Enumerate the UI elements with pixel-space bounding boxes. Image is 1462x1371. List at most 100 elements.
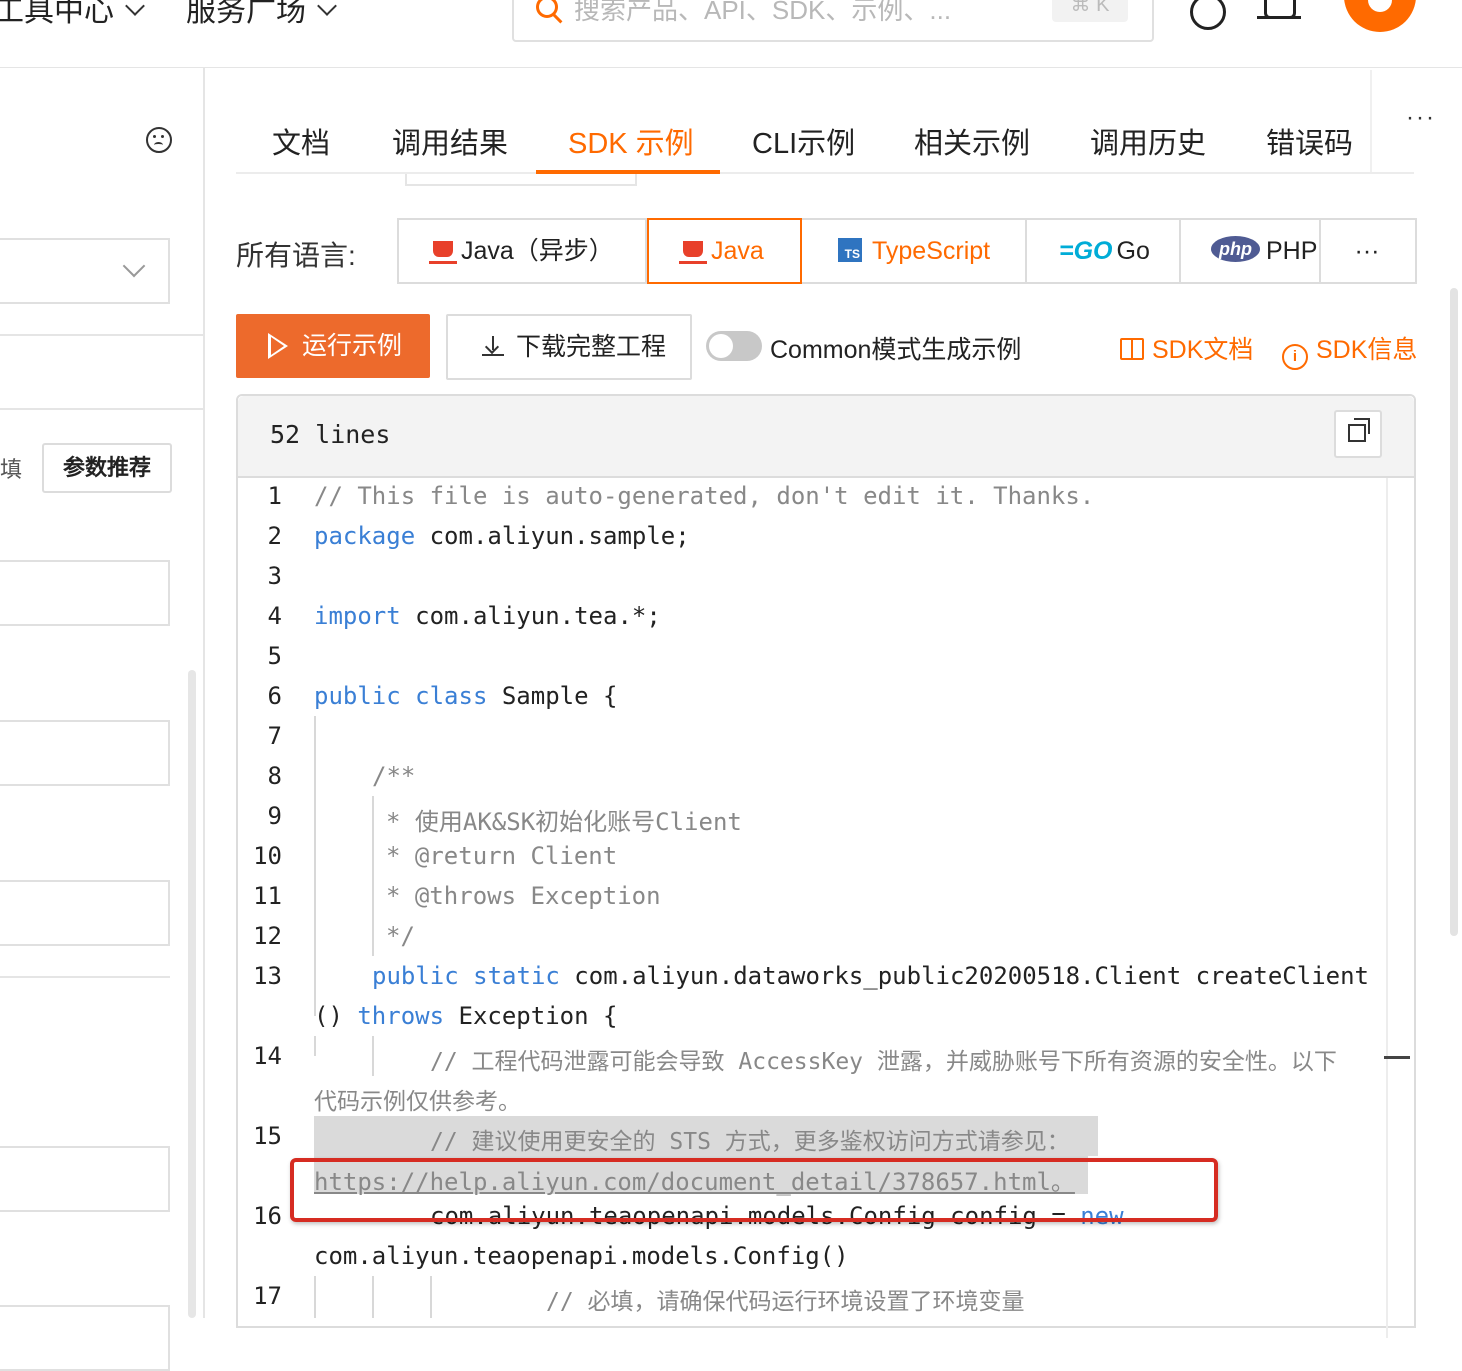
code-line: * @throws Exception [386, 882, 661, 910]
lang-go[interactable]: =GO Go [1027, 220, 1181, 282]
line-number: 2 [267, 522, 282, 550]
code-line: */ [386, 922, 415, 950]
code-line: * @return Client [386, 842, 618, 870]
tab-error-codes[interactable]: 错误码 [1266, 120, 1353, 162]
code-scrollbar-track [1386, 478, 1388, 1338]
param-input[interactable] [0, 560, 170, 626]
divider [0, 408, 203, 410]
code-line: () throws Exception { [314, 1002, 618, 1030]
tab-call-result[interactable]: 调用结果 [392, 120, 508, 162]
line-number: 10 [253, 842, 282, 870]
tab-overflow-shadow [1370, 70, 1372, 174]
tab-sdk-example[interactable]: SDK 示例 [568, 120, 694, 162]
bell-icon[interactable] [1257, 0, 1301, 19]
php-icon: php [1211, 236, 1260, 263]
go-icon: =GO [1059, 237, 1113, 265]
code-line: /** [372, 762, 416, 790]
top-bar: 工具中心 服务广场 搜索产品、API、SDK、示例、... ⌘ K [0, 0, 1462, 68]
version-select[interactable] [0, 238, 170, 304]
line-number: 15 [253, 1122, 282, 1150]
lang-more-button[interactable]: ··· [1321, 220, 1413, 282]
common-mode-label: Common模式生成示例 [770, 336, 1022, 364]
tab-call-history[interactable]: 调用历史 [1090, 120, 1206, 162]
sdk-info-link[interactable]: i SDK信息 [1282, 330, 1417, 370]
search-icon [536, 0, 558, 18]
search-input[interactable]: 搜索产品、API、SDK、示例、... ⌘ K [512, 0, 1154, 42]
code-line: * 使用AK&SK初始化账号Client [386, 808, 742, 836]
language-selector: Java（异步） Java TS TypeScript =GO Go php PHP … [397, 218, 1417, 284]
indent-guide [314, 1036, 316, 1056]
required-label: 填 [0, 457, 23, 482]
param-input[interactable] [0, 720, 170, 786]
java-icon [679, 241, 707, 264]
code-line: com.aliyun.teaopenapi.models.Config() [314, 1242, 849, 1270]
sdk-docs-link[interactable]: SDK文档 [1120, 330, 1253, 366]
line-number: 17 [253, 1282, 282, 1310]
divider [0, 334, 203, 336]
book-icon [1120, 338, 1144, 360]
code-line: 代码示例仅供参考。 [314, 1089, 521, 1115]
page-scrollbar[interactable] [1450, 288, 1458, 936]
java-icon [429, 241, 457, 264]
indent-guide [430, 1276, 432, 1318]
line-number: 3 [267, 562, 282, 590]
shortcut-hint: ⌘ K [1052, 0, 1128, 22]
lang-java[interactable]: Java [647, 218, 802, 284]
nav-service-plaza[interactable]: 服务广场 [186, 0, 337, 30]
indent-guide [372, 1276, 374, 1318]
param-recommend-button[interactable]: 参数推荐 [42, 443, 172, 493]
code-line: // 工程代码泄露可能会导致 AccessKey 泄露，并威胁账号下所有资源的安… [430, 1049, 1337, 1075]
line-number: 1 [267, 482, 282, 510]
indent-guide [372, 1036, 374, 1076]
search-placeholder: 搜索产品、API、SDK、示例、... [574, 0, 952, 25]
dropdown-edge [405, 174, 637, 186]
line-count: 52 lines [270, 420, 391, 449]
typescript-icon: TS [838, 238, 862, 263]
active-tab-indicator [536, 170, 720, 174]
download-label: 下载完整工程 [516, 333, 667, 361]
line-number: 13 [253, 962, 282, 990]
line-number: 7 [267, 722, 282, 750]
copy-button[interactable] [1334, 410, 1382, 458]
line-number: 16 [253, 1202, 282, 1230]
feedback-icon[interactable] [146, 127, 172, 153]
tabs-more-button[interactable]: ··· [1406, 104, 1436, 132]
tab-cli-example[interactable]: CLI示例 [752, 120, 855, 162]
lang-php[interactable]: php PHP [1181, 220, 1321, 282]
param-input[interactable] [0, 1146, 170, 1212]
code-line: // 建议使用更安全的 STS 方式，更多鉴权访问方式请参见： [430, 1129, 1070, 1155]
play-icon [268, 333, 288, 359]
download-project-button[interactable]: 下载完整工程 [446, 314, 692, 380]
code-line: // 必填，请确保代码运行环境设置了环境变量 [546, 1289, 1025, 1315]
run-example-button[interactable]: 运行示例 [236, 314, 430, 378]
left-scrollbar[interactable] [188, 670, 196, 1318]
line-number: 8 [267, 762, 282, 790]
param-input[interactable] [0, 880, 170, 946]
code-line: // This file is auto-generated, don't ed… [314, 482, 1095, 510]
tab-docs[interactable]: 文档 [272, 120, 330, 162]
code-line: import com.aliyun.tea.*; [314, 602, 661, 630]
chevron-down-icon [125, 0, 145, 16]
download-icon [482, 336, 504, 356]
line-number: 6 [267, 682, 282, 710]
lang-typescript[interactable]: TS TypeScript [802, 220, 1027, 282]
lang-java-async[interactable]: Java（异步） [399, 220, 647, 282]
code-header: 52 lines [238, 396, 1414, 478]
line-number: 12 [253, 922, 282, 950]
divider [0, 976, 170, 978]
indent-guide [372, 796, 374, 956]
line-number: 5 [267, 642, 282, 670]
line-number: 14 [253, 1042, 282, 1070]
param-input[interactable] [0, 1305, 170, 1371]
indent-guide [314, 716, 316, 1016]
run-example-label: 运行示例 [302, 332, 403, 360]
info-icon: i [1282, 344, 1308, 370]
annotation-highlight-box [290, 1158, 1218, 1222]
tab-related-examples[interactable]: 相关示例 [914, 120, 1030, 162]
nav-tools-center[interactable]: 工具中心 [0, 0, 145, 30]
avatar[interactable] [1344, 0, 1416, 32]
chevron-down-icon [317, 0, 337, 16]
globe-icon[interactable] [1190, 0, 1226, 30]
line-number: 4 [267, 602, 282, 630]
common-mode-toggle[interactable] [706, 331, 762, 361]
